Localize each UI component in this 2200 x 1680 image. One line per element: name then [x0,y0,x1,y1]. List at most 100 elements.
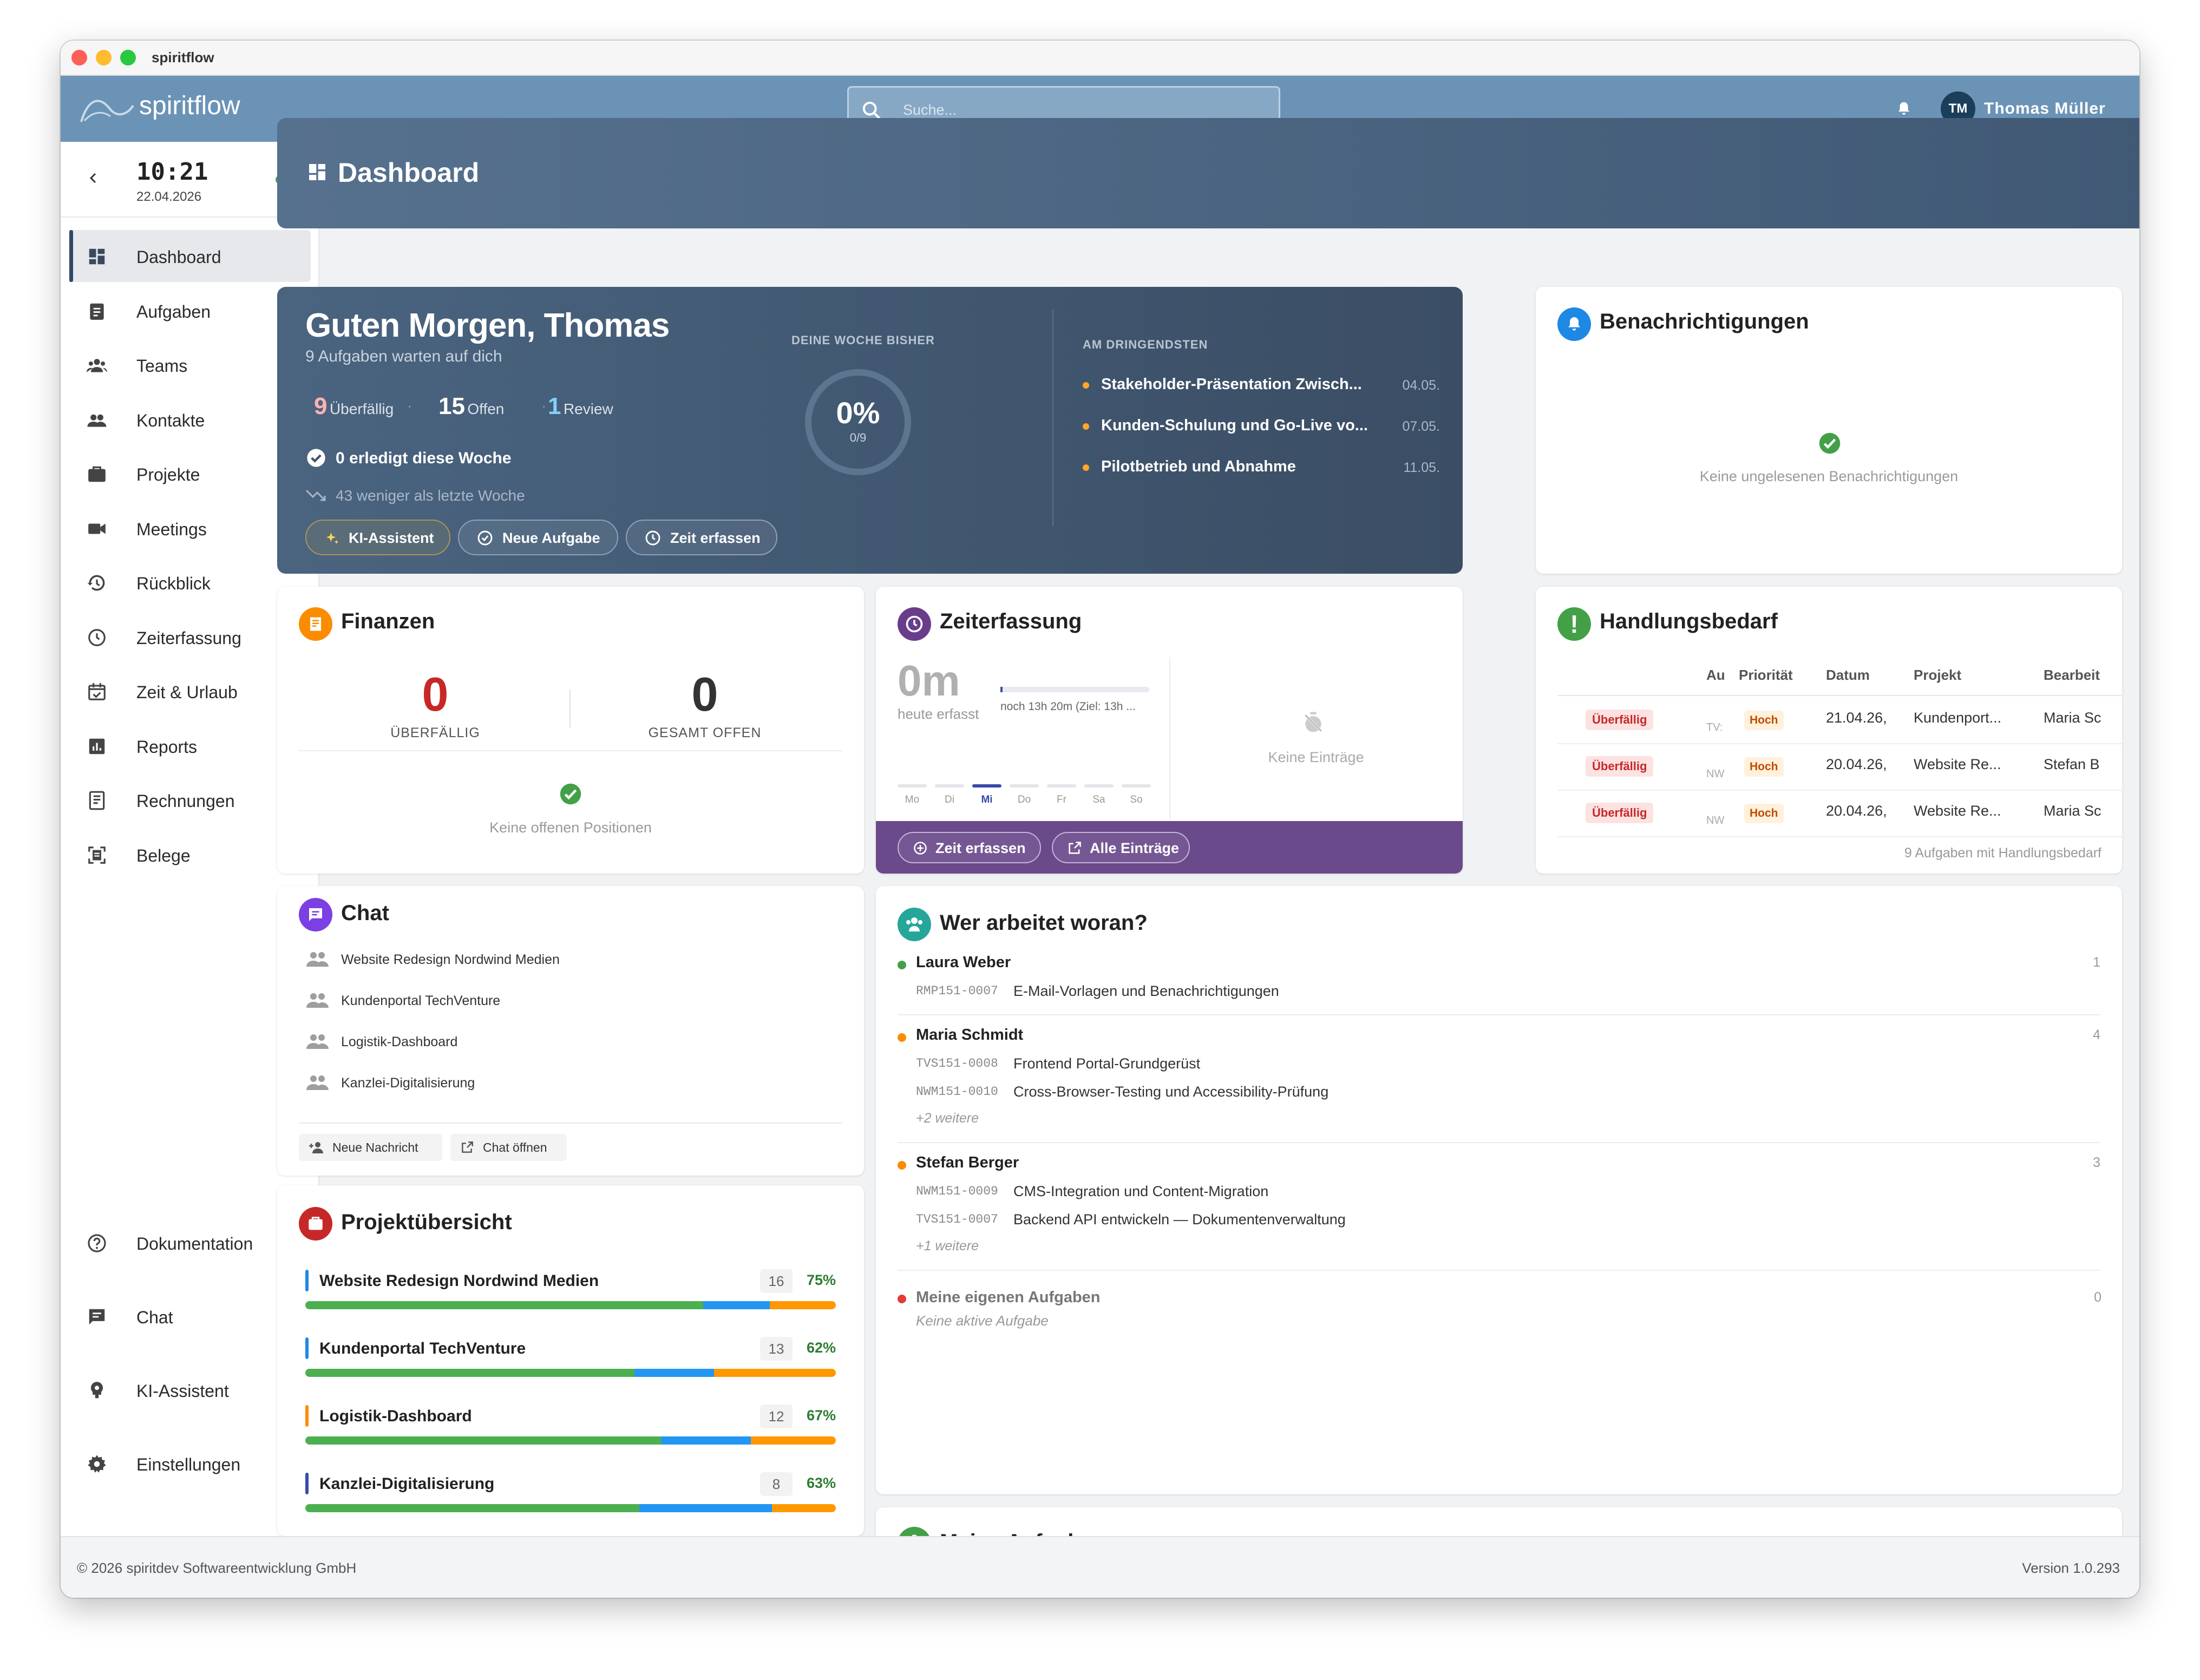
project-row[interactable]: Kanzlei-Digitalisierung 8 63% [305,1469,836,1518]
urgent-task-title: Kunden-Schulung und Go-Live vo... [1101,417,1368,434]
task-code: NWM151-0010 [916,1085,998,1099]
open-value[interactable]: 0 [569,667,840,722]
sidebar-item-projekte[interactable]: Projekte [69,448,311,500]
notification-bell-icon[interactable] [1896,100,1912,117]
table-header[interactable]: Au [1706,667,1725,684]
progress-segment [305,1369,634,1377]
action-required-card: ! Handlungsbedarf Au Priorität Datum Projek… [1536,587,2122,874]
brand-name[interactable]: spiritflow [139,91,240,121]
track-time-button[interactable]: Zeit erfassen [898,832,1041,863]
sidebar-item-aufgaben[interactable]: Aufgaben [69,285,311,337]
sidebar-item-label: Projekte [136,465,200,484]
list-item[interactable]: RMP151-0007 E-Mail-Vorlagen und Benachric… [916,982,1728,1003]
chart-icon [89,738,105,754]
list-item[interactable]: NWM151-0009 CMS-Integration und Content-M… [916,1182,1728,1204]
chat-list-item[interactable]: Kundenportal TechVenture [299,987,842,1014]
sidebar-item-einstellungen[interactable]: Einstellungen [69,1438,311,1489]
user-name[interactable]: Thomas Müller [1984,100,2106,118]
person-name[interactable]: Maria Schmidt [916,1026,1023,1044]
sidebar-item-meetings[interactable]: Meetings [69,502,311,554]
task-title: Cross-Browser-Testing und Accessibility-… [1013,1084,1329,1100]
project-row[interactable]: Kundenportal TechVenture 13 62% [305,1334,836,1383]
invoice-icon [89,791,105,810]
progress-segment [713,1369,836,1377]
project-name: Website Redesign Nordwind Medien [319,1272,599,1290]
table-row[interactable]: Überfällig NW Hoch 20.04.26, Website Re... Ma… [1557,791,2122,837]
task-assignee: Stefan B [2044,756,2100,772]
maximize-window-button[interactable] [120,50,136,65]
sidebar-item-zeiterfassung[interactable]: Zeiterfassung [69,611,311,663]
review-stat[interactable]: 1 Review [548,393,613,420]
overdue-stat[interactable]: 9 Überfällig [314,393,394,420]
table-header[interactable]: Priorität [1739,667,1793,684]
table-header[interactable]: Datum [1826,667,1870,684]
list-item[interactable]: NWM151-0010 Cross-Browser-Testing und Acc… [916,1082,1728,1104]
ai-assistant-button[interactable]: KI-Assistent [305,520,450,555]
chat-icon [299,898,332,931]
chat-list-item[interactable]: Logistik-Dashboard [299,1028,842,1055]
person-name[interactable]: Stefan Berger [916,1154,1019,1172]
urgent-task-title: Pilotbetrieb und Abnahme [1101,458,1296,475]
sidebar-item-label: Kontakte [136,410,205,430]
chat-name: Website Redesign Nordwind Medien [341,952,560,967]
close-window-button[interactable] [71,50,87,65]
progress-segment [639,1504,772,1512]
person-name[interactable]: Laura Weber [916,954,1011,972]
list-item[interactable]: TVS151-0007 Backend API entwickeln — Doku… [916,1210,1728,1232]
project-percent: 75% [806,1272,836,1288]
urgent-task-item[interactable]: Kunden-Schulung und Go-Live vo... 07.05. [1083,415,1440,442]
table-row[interactable]: Überfällig NW Hoch 20.04.26, Website Re... St… [1557,744,2122,791]
all-entries-button[interactable]: Alle Einträge [1052,832,1190,863]
sidebar-item-dashboard[interactable]: Dashboard [69,230,311,282]
track-time-button[interactable]: Zeit erfassen [626,520,777,555]
overdue-value[interactable]: 0 [300,667,571,722]
ai-icon [90,1382,103,1399]
team-icon [87,359,107,372]
urgent-task-item[interactable]: Stakeholder-Präsentation Zwisch... 04.05. [1083,373,1440,401]
open-stat[interactable]: 15 Offen [438,393,504,420]
table-header[interactable]: Bearbeit [2044,667,2100,684]
list-item[interactable]: TVS151-0008 Frontend Portal-Grundgerüst [916,1054,1728,1076]
project-row[interactable]: Website Redesign Nordwind Medien 16 75% [305,1266,836,1315]
more-tasks-link[interactable]: +2 weitere [916,1111,979,1126]
project-row[interactable]: Logistik-Dashboard 12 67% [305,1402,836,1451]
notifications-empty: Keine ungelesenen Benachrichtigungen [1699,468,1959,484]
urgent-task-item[interactable]: Pilotbetrieb und Abnahme 11.05. [1083,456,1440,483]
chat-name: Kundenportal TechVenture [341,993,501,1008]
divider [898,1014,2100,1015]
sidebar-item-rückblick[interactable]: Rückblick [69,556,311,608]
sidebar-item-label: Dokumentation [136,1234,253,1254]
clock-icon [645,530,660,546]
progress-segment [305,1301,703,1309]
sidebar-item-ki-assistent[interactable]: KI-Assistent [69,1364,311,1416]
sidebar-item-chat[interactable]: Chat [69,1290,311,1342]
project-progress-bar [305,1369,836,1377]
new-message-button[interactable]: Neue Nachricht [299,1134,442,1161]
new-task-button[interactable]: Neue Aufgabe [458,520,618,555]
trend-text: 43 weniger als letzte Woche [336,487,525,504]
collapse-sidebar-icon[interactable] [89,172,97,185]
sidebar-item-belege[interactable]: Belege [69,829,311,881]
minimize-window-button[interactable] [96,50,112,65]
table-row[interactable]: Überfällig TV: Hoch 21.04.26, Kundenport... M… [1557,698,2122,744]
day-bar [1047,784,1076,788]
priority-badge: Hoch [1744,804,1784,823]
urgent-task-title: Stakeholder-Präsentation Zwisch... [1101,376,1362,393]
chat-list-item[interactable]: Kanzlei-Digitalisierung [299,1069,842,1096]
sidebar-item-rechnungen[interactable]: Rechnungen [69,774,311,826]
chat-list-item[interactable]: Website Redesign Nordwind Medien [299,946,842,973]
sidebar-item-teams[interactable]: Teams [69,339,311,391]
sidebar-item-kontakte[interactable]: Kontakte [69,393,311,445]
sidebar-item-dokumentation[interactable]: Dokumentation [69,1217,311,1269]
table-header[interactable]: Projekt [1914,667,1961,684]
open-chat-button[interactable]: Chat öffnen [450,1134,567,1161]
alert-icon: ! [1557,607,1591,641]
own-tasks-title[interactable]: Meine eigenen Aufgaben [916,1289,1101,1307]
greeting-subtitle: 9 Aufgaben warten auf dich [305,347,502,365]
more-tasks-link[interactable]: +1 weitere [916,1238,979,1254]
sidebar-item-reports[interactable]: Reports [69,720,311,772]
sidebar-item-zeit-urlaub[interactable]: Zeit & Urlaub [69,665,311,717]
chat-title: Chat [341,901,389,925]
chat-icon [89,1309,105,1325]
group-icon [306,993,329,1008]
